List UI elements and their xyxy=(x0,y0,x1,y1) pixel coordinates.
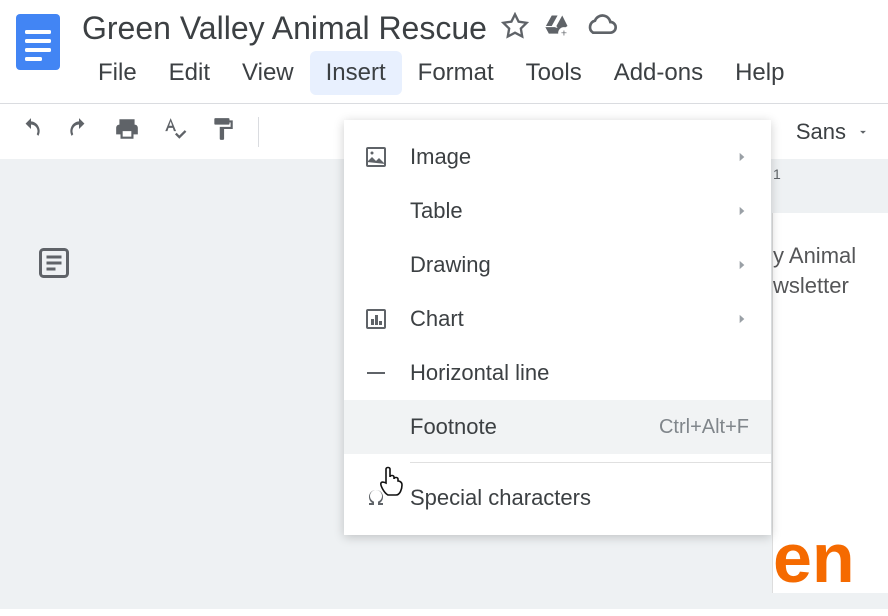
submenu-arrow-icon xyxy=(735,252,749,278)
menu-view[interactable]: View xyxy=(226,51,310,95)
submenu-arrow-icon xyxy=(735,306,749,332)
menu-item-table[interactable]: Table xyxy=(344,184,771,238)
move-to-drive-icon[interactable]: + xyxy=(543,12,571,45)
font-select[interactable]: Sans xyxy=(796,119,870,145)
submenu-arrow-icon xyxy=(735,198,749,224)
dropdown-arrow-icon xyxy=(856,119,870,145)
menu-edit[interactable]: Edit xyxy=(153,51,226,95)
menu-item-label: Drawing xyxy=(410,252,735,278)
cloud-saved-icon[interactable] xyxy=(585,12,617,45)
document-title[interactable]: Green Valley Animal Rescue xyxy=(82,10,487,47)
menu-help[interactable]: Help xyxy=(719,51,800,95)
menu-file[interactable]: File xyxy=(82,51,153,95)
menu-item-label: Footnote xyxy=(410,414,659,440)
menu-item-drawing[interactable]: Drawing xyxy=(344,238,771,292)
menu-tools[interactable]: Tools xyxy=(510,51,598,95)
mouse-cursor-icon xyxy=(376,465,406,506)
menu-item-label: Chart xyxy=(410,306,735,332)
star-icon[interactable] xyxy=(501,12,529,45)
outline-icon[interactable] xyxy=(36,245,72,286)
font-name-label: Sans xyxy=(796,119,846,145)
doc-text-line: y Animal xyxy=(773,243,888,269)
spellcheck-icon[interactable] xyxy=(162,116,188,147)
menu-format[interactable]: Format xyxy=(402,51,510,95)
undo-icon[interactable] xyxy=(18,116,44,147)
menu-insert[interactable]: Insert xyxy=(310,51,402,95)
horizontal-line-icon xyxy=(364,361,410,385)
svg-text:+: + xyxy=(561,28,567,40)
menu-item-label: Image xyxy=(410,144,735,170)
menu-item-special-characters[interactable]: Special characters xyxy=(344,471,771,525)
menu-item-chart[interactable]: Chart xyxy=(344,292,771,346)
menu-item-label: Table xyxy=(410,198,735,224)
menu-item-image[interactable]: Image xyxy=(344,130,771,184)
insert-dropdown: Image Table Drawing Chart Horizontal lin… xyxy=(344,120,771,535)
redo-icon[interactable] xyxy=(66,116,92,147)
menu-separator xyxy=(410,462,771,463)
keyboard-shortcut: Ctrl+Alt+F xyxy=(659,416,749,439)
submenu-arrow-icon xyxy=(735,144,749,170)
document-page: y Animal wsletter en xyxy=(773,213,888,593)
paint-format-icon[interactable] xyxy=(210,116,236,147)
chart-icon xyxy=(364,307,410,331)
menu-item-label: Special characters xyxy=(410,485,749,511)
image-icon xyxy=(364,145,410,169)
doc-text-line: wsletter xyxy=(773,273,888,299)
print-icon[interactable] xyxy=(114,116,140,147)
menu-item-footnote[interactable]: Footnote Ctrl+Alt+F xyxy=(344,400,771,454)
menu-addons[interactable]: Add-ons xyxy=(598,51,719,95)
ruler-tick: 1 xyxy=(773,166,781,182)
menu-item-label: Horizontal line xyxy=(410,360,749,386)
menu-item-horizontal-line[interactable]: Horizontal line xyxy=(344,346,771,400)
toolbar-divider xyxy=(258,117,259,147)
docs-logo[interactable] xyxy=(12,10,64,74)
doc-heading-fragment: en xyxy=(773,523,855,593)
